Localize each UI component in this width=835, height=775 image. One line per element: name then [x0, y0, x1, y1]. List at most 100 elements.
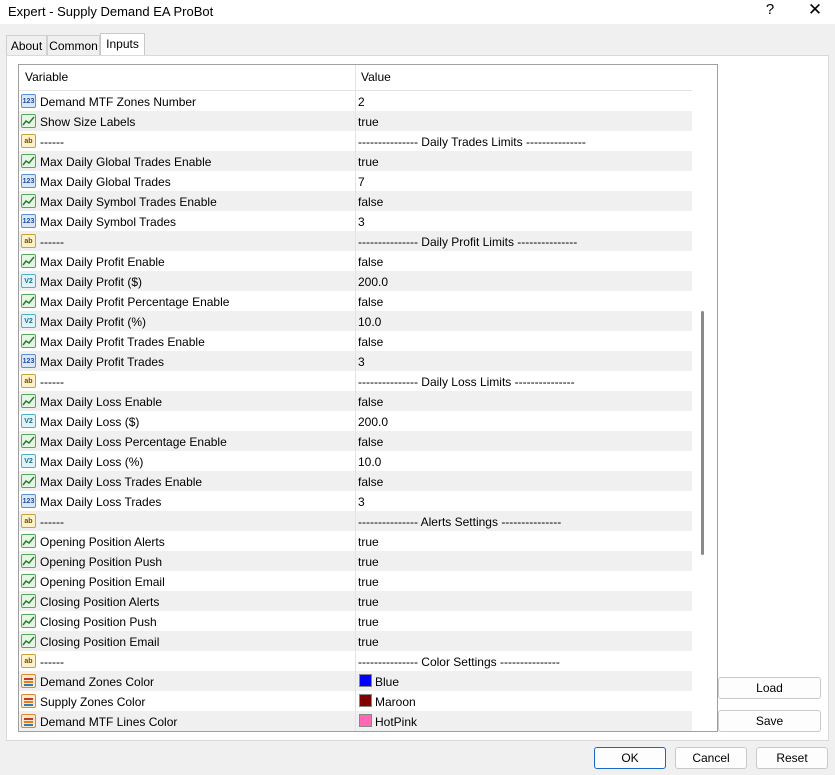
- variable-value[interactable]: --------------- Alerts Settings --------…: [358, 515, 561, 529]
- tab-inputs[interactable]: Inputs: [100, 33, 145, 56]
- tab-common[interactable]: Common: [47, 35, 100, 55]
- reset-button[interactable]: Reset: [756, 747, 828, 769]
- variable-value[interactable]: 200.0: [358, 415, 388, 429]
- variable-value[interactable]: true: [358, 595, 379, 609]
- variable-value[interactable]: true: [358, 635, 379, 649]
- double-type-icon: V2: [21, 274, 36, 288]
- table-row[interactable]: Max Daily Loss Percentage Enable false: [19, 431, 692, 451]
- variable-value[interactable]: Blue: [375, 675, 399, 689]
- table-row[interactable]: Max Daily Global Trades Enable true: [19, 151, 692, 171]
- table-row[interactable]: Closing Position Alerts true: [19, 591, 692, 611]
- load-button[interactable]: Load: [718, 677, 821, 699]
- variable-value[interactable]: Maroon: [375, 695, 416, 709]
- cell-divider: [355, 571, 356, 591]
- table-row[interactable]: 123 Max Daily Loss Trades 3: [19, 491, 692, 511]
- variable-value[interactable]: 10.0: [358, 315, 381, 329]
- variable-value[interactable]: false: [358, 395, 383, 409]
- variable-value[interactable]: false: [358, 475, 383, 489]
- column-header-value[interactable]: Value: [361, 70, 391, 84]
- table-row[interactable]: ab ------ --------------- Daily Profit Lim…: [19, 231, 692, 251]
- table-row[interactable]: 123 Max Daily Profit Trades 3: [19, 351, 692, 371]
- table-row[interactable]: Show Size Labels true: [19, 111, 692, 131]
- table-row[interactable]: V2 Max Daily Profit (%) 10.0: [19, 311, 692, 331]
- table-row[interactable]: V2 Max Daily Profit ($) 200.0: [19, 271, 692, 291]
- cancel-button[interactable]: Cancel: [675, 747, 747, 769]
- tab-about[interactable]: About: [6, 35, 47, 55]
- variable-name: Max Daily Profit Trades: [40, 355, 165, 369]
- variable-value[interactable]: 2: [358, 95, 365, 109]
- variable-name: ------: [40, 515, 64, 529]
- table-row[interactable]: V2 Max Daily Loss ($) 200.0: [19, 411, 692, 431]
- double-type-icon: V2: [21, 414, 36, 428]
- column-header-variable[interactable]: Variable: [25, 70, 68, 84]
- table-row[interactable]: 123 Demand MTF Zones Number 2: [19, 91, 692, 111]
- variable-value[interactable]: 10.0: [358, 455, 381, 469]
- boolean-type-icon: [21, 334, 36, 348]
- title-bar: Expert - Supply Demand EA ProBot ? ✕: [0, 0, 835, 24]
- variable-value[interactable]: false: [358, 295, 383, 309]
- variable-value[interactable]: true: [358, 155, 379, 169]
- color-swatch[interactable]: [359, 694, 372, 707]
- cell-divider: [355, 511, 356, 531]
- variable-value[interactable]: --------------- Daily Loss Limits ------…: [358, 375, 575, 389]
- variable-value[interactable]: 3: [358, 215, 365, 229]
- table-row[interactable]: Max Daily Profit Percentage Enable false: [19, 291, 692, 311]
- variable-value[interactable]: true: [358, 575, 379, 589]
- variable-value[interactable]: --------------- Daily Trades Limits ----…: [358, 135, 586, 149]
- table-row[interactable]: Closing Position Push true: [19, 611, 692, 631]
- variable-name: Opening Position Email: [40, 575, 165, 589]
- table-row[interactable]: ab ------ --------------- Daily Trades Lim…: [19, 131, 692, 151]
- variable-value[interactable]: 7: [358, 175, 365, 189]
- table-row[interactable]: 123 Max Daily Symbol Trades 3: [19, 211, 692, 231]
- variable-value[interactable]: true: [358, 615, 379, 629]
- table-row[interactable]: V2 Max Daily Loss (%) 10.0: [19, 451, 692, 471]
- variable-value[interactable]: false: [358, 435, 383, 449]
- variable-value[interactable]: 200.0: [358, 275, 388, 289]
- table-row[interactable]: ab ------ --------------- Alerts Settings …: [19, 511, 692, 531]
- boolean-type-icon: [21, 614, 36, 628]
- variable-value[interactable]: false: [358, 195, 383, 209]
- table-row[interactable]: ab ------ --------------- Daily Loss Limit…: [19, 371, 692, 391]
- table-row[interactable]: Max Daily Profit Enable false: [19, 251, 692, 271]
- table-row[interactable]: Max Daily Loss Trades Enable false: [19, 471, 692, 491]
- ok-button[interactable]: OK: [594, 747, 666, 769]
- table-row[interactable]: 123 Max Daily Global Trades 7: [19, 171, 692, 191]
- variable-value[interactable]: 3: [358, 495, 365, 509]
- table-row[interactable]: Max Daily Loss Enable false: [19, 391, 692, 411]
- variable-value[interactable]: false: [358, 255, 383, 269]
- scrollbar-thumb[interactable]: [701, 311, 704, 555]
- table-row[interactable]: Demand MTF Lines Color HotPink: [19, 711, 692, 731]
- color-swatch[interactable]: [359, 674, 372, 687]
- table-row[interactable]: ab ------ --------------- Color Settings -…: [19, 651, 692, 671]
- column-divider[interactable]: [355, 65, 356, 91]
- help-icon[interactable]: ?: [762, 1, 778, 18]
- cell-divider: [355, 371, 356, 391]
- variable-name: ------: [40, 135, 64, 149]
- table-row[interactable]: Closing Position Email true: [19, 631, 692, 651]
- variable-value[interactable]: true: [358, 535, 379, 549]
- cell-divider: [355, 611, 356, 631]
- color-swatch[interactable]: [359, 714, 372, 727]
- table-row[interactable]: Demand Zones Color Blue: [19, 671, 692, 691]
- variable-name: Max Daily Profit Percentage Enable: [40, 295, 230, 309]
- variable-name: Max Daily Global Trades: [40, 175, 171, 189]
- variable-value[interactable]: true: [358, 555, 379, 569]
- variable-value[interactable]: HotPink: [375, 715, 417, 729]
- variable-name: Max Daily Loss (%): [40, 455, 144, 469]
- variable-value[interactable]: true: [358, 115, 379, 129]
- variable-value[interactable]: 3: [358, 355, 365, 369]
- table-row[interactable]: Opening Position Email true: [19, 571, 692, 591]
- variable-value[interactable]: --------------- Color Settings ---------…: [358, 655, 560, 669]
- table-row[interactable]: Max Daily Symbol Trades Enable false: [19, 191, 692, 211]
- table-row[interactable]: Max Daily Profit Trades Enable false: [19, 331, 692, 351]
- table-row[interactable]: Supply Zones Color Maroon: [19, 691, 692, 711]
- table-row[interactable]: Opening Position Push true: [19, 551, 692, 571]
- variable-value[interactable]: false: [358, 335, 383, 349]
- cell-divider: [355, 691, 356, 711]
- cell-divider: [355, 231, 356, 251]
- variable-value[interactable]: --------------- Daily Profit Limits ----…: [358, 235, 577, 249]
- table-row[interactable]: Opening Position Alerts true: [19, 531, 692, 551]
- close-icon[interactable]: ✕: [806, 0, 824, 20]
- save-button[interactable]: Save: [718, 710, 821, 732]
- cell-divider: [355, 591, 356, 611]
